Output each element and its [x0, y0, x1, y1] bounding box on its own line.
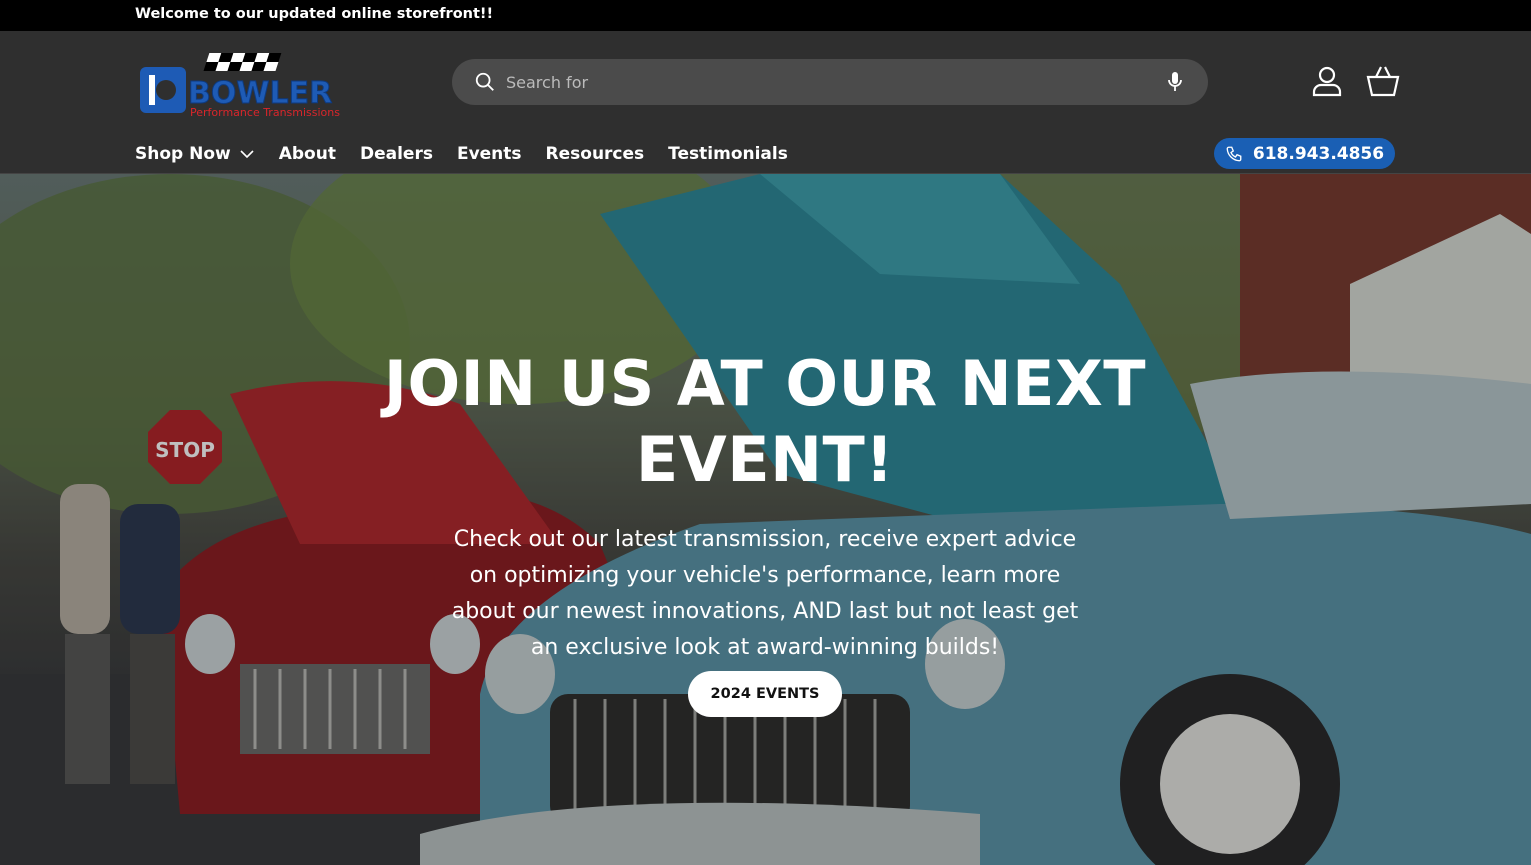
microphone-icon[interactable] — [1166, 70, 1184, 94]
site-header: BOWLER Performance Transmissions Shop No… — [0, 31, 1531, 174]
nav-testimonials[interactable]: Testimonials — [668, 144, 788, 164]
nav-label: Events — [456, 144, 522, 164]
nav-label: About — [278, 144, 336, 164]
user-icon[interactable] — [1311, 65, 1343, 97]
nav-label: Shop Now — [135, 144, 231, 164]
hero-headline: JOIN US AT OUR NEXT EVENT! — [383, 347, 1147, 496]
brand-logo[interactable]: BOWLER Performance Transmissions — [136, 51, 356, 119]
phone-icon — [1226, 146, 1242, 161]
nav-events[interactable]: Events — [457, 144, 522, 164]
nav-dealers[interactable]: Dealers — [360, 144, 433, 164]
search-input[interactable] — [506, 59, 1106, 105]
events-button[interactable]: 2024 EVENTS — [688, 671, 842, 717]
basket-icon[interactable] — [1365, 65, 1401, 97]
search-icon[interactable] — [474, 71, 496, 93]
nav-resources[interactable]: Resources — [546, 144, 645, 164]
announcement-text: Welcome to our updated online storefront… — [135, 6, 494, 22]
hero-description: Check out our latest transmission, recei… — [451, 527, 1079, 660]
search-bar[interactable] — [452, 59, 1208, 105]
nav-label: Dealers — [359, 144, 433, 164]
nav-shop-now[interactable]: Shop Now — [135, 144, 255, 164]
svg-text:Performance Transmissions: Performance Transmissions — [190, 106, 340, 119]
hero-overlay — [0, 174, 1531, 865]
phone-number: 618.943.4856 — [1252, 143, 1385, 164]
main-nav: Shop Now About Dealers Events Resources … — [135, 140, 788, 168]
hero-banner: STOP JOIN US AT OUR NEXT EVENT! Check ou… — [0, 174, 1531, 865]
phone-button[interactable]: 618.943.4856 — [1214, 138, 1395, 169]
announcement-bar: Welcome to our updated online storefront… — [0, 0, 1531, 31]
nav-label: Resources — [545, 144, 645, 164]
chevron-down-icon — [240, 150, 254, 159]
nav-label: Testimonials — [668, 144, 788, 164]
nav-about[interactable]: About — [279, 144, 336, 164]
